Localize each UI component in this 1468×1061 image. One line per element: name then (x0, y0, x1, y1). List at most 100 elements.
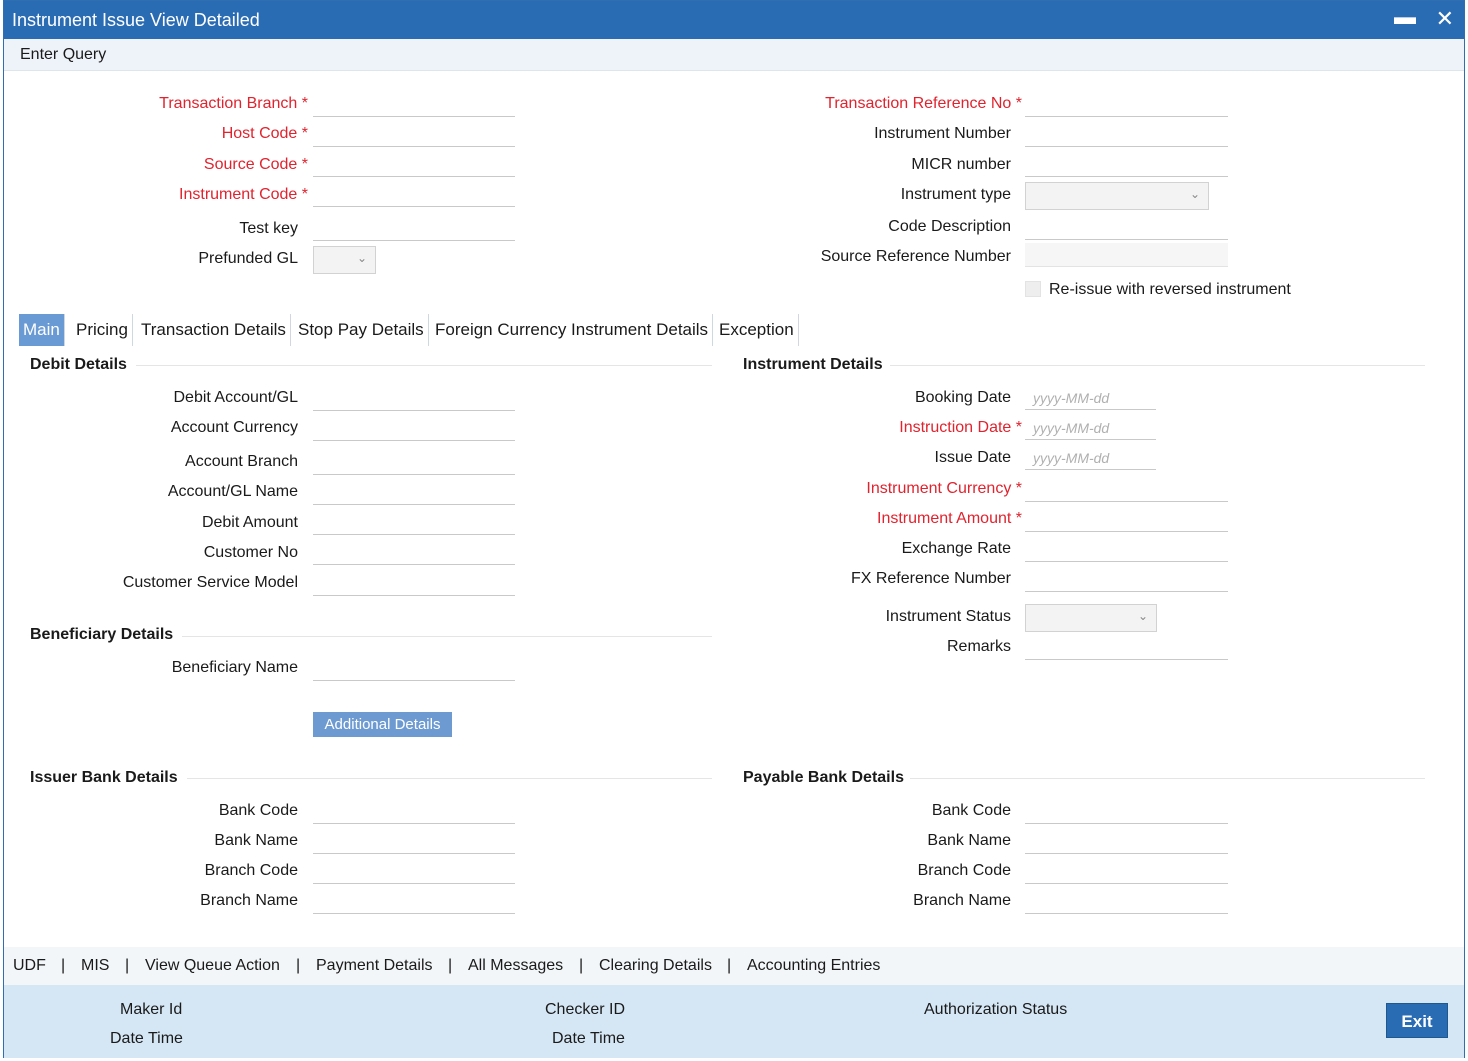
issuer-branch-code-input[interactable] (313, 860, 515, 884)
source-reference-number-input (1025, 243, 1228, 267)
instrument-status-label: Instrument Status (885, 608, 1011, 625)
mis-link[interactable]: MIS (81, 957, 109, 975)
beneficiary-name-input[interactable] (313, 657, 515, 681)
exchange-rate-input[interactable] (1025, 538, 1228, 562)
debit-amount-input[interactable] (313, 511, 515, 535)
issuer-bank-name-input[interactable] (313, 830, 515, 854)
instrument-code-input[interactable] (313, 183, 515, 207)
source-code-label: Source Code * (203, 156, 308, 173)
prefunded-gl-select[interactable]: ⌄ (313, 246, 376, 274)
instrument-code-label: Instrument Code * (179, 186, 308, 203)
tab-foreign-currency-instrument-details[interactable]: Foreign Currency Instrument Details (431, 314, 714, 346)
title-bar: Instrument Issue View Detailed ▬ ✕ (4, 1, 1464, 39)
issuer-branch-name-input[interactable] (313, 890, 515, 914)
maker-id-label: Maker Id (120, 1001, 183, 1018)
code-description-label: Code Description (888, 218, 1011, 235)
payable-branch-name-label: Branch Name (913, 892, 1011, 909)
chevron-down-icon: ⌄ (1189, 187, 1200, 201)
payable-branch-code-input[interactable] (1025, 860, 1228, 884)
payable-bank-code-input[interactable] (1025, 800, 1228, 824)
instrument-number-label: Instrument Number (874, 125, 1011, 142)
instrument-amount-label: Instrument Amount * (877, 510, 1022, 527)
debit-amount-label: Debit Amount (201, 514, 298, 531)
remarks-input[interactable] (1025, 636, 1228, 660)
beneficiary-details-divider (182, 636, 712, 637)
issuer-bank-code-input[interactable] (313, 800, 515, 824)
payable-bank-name-input[interactable] (1025, 830, 1228, 854)
instruction-date-input[interactable]: yyyy-MM-dd (1025, 416, 1156, 440)
issuer-bank-name-label: Bank Name (214, 832, 298, 849)
tab-transaction-details[interactable]: Transaction Details (137, 314, 291, 346)
micr-number-label: MICR number (911, 156, 1011, 173)
account-name-label: Account/GL Name (167, 483, 298, 500)
link-separator: | (448, 957, 453, 974)
debit-account-input[interactable] (313, 387, 515, 411)
test-key-input[interactable] (313, 217, 515, 241)
customer-service-model-label: Customer Service Model (122, 574, 298, 591)
account-name-input[interactable] (313, 481, 515, 505)
issuer-branch-name-label: Branch Name (200, 892, 298, 909)
fx-reference-number-input[interactable] (1025, 568, 1228, 592)
instrument-currency-input[interactable] (1025, 478, 1228, 502)
payable-branch-name-input[interactable] (1025, 890, 1228, 914)
transaction-reference-no-input[interactable] (1025, 93, 1228, 117)
payable-bank-code-label: Bank Code (931, 802, 1011, 819)
instrument-number-input[interactable] (1025, 123, 1228, 147)
code-description-input[interactable] (1025, 216, 1228, 240)
transaction-reference-no-label: Transaction Reference No * (825, 95, 1022, 112)
account-branch-label: Account Branch (185, 453, 298, 470)
chevron-down-icon: ⌄ (356, 251, 367, 265)
debit-account-label: Debit Account/GL (173, 389, 298, 406)
reissue-checkbox[interactable] (1025, 281, 1041, 297)
account-branch-input[interactable] (313, 451, 515, 475)
minimize-icon[interactable]: ▬ (1394, 5, 1416, 29)
instrument-currency-label: Instrument Currency * (866, 480, 1022, 497)
link-separator: | (296, 957, 301, 974)
additional-details-button[interactable]: Additional Details (313, 712, 452, 737)
bottom-link-bar: UDF | MIS | View Queue Action | Payment … (4, 947, 1464, 985)
maker-date-time-label: Date Time (110, 1030, 183, 1047)
source-code-input[interactable] (313, 153, 515, 177)
reissue-label: Re-issue with reversed instrument (1049, 281, 1291, 298)
payable-branch-code-label: Branch Code (917, 862, 1011, 879)
udf-link[interactable]: UDF (13, 957, 46, 975)
all-messages-link[interactable]: All Messages (468, 957, 563, 975)
issuer-bank-code-label: Bank Code (218, 802, 298, 819)
issuer-branch-code-label: Branch Code (204, 862, 298, 879)
instrument-type-select[interactable]: ⌄ (1025, 182, 1209, 210)
instrument-details-divider (890, 365, 1425, 366)
tab-main[interactable]: Main (19, 314, 65, 346)
host-code-input[interactable] (313, 123, 515, 147)
customer-service-model-input[interactable] (313, 572, 515, 596)
tab-stop-pay-details[interactable]: Stop Pay Details (294, 314, 429, 346)
customer-no-input[interactable] (313, 541, 515, 565)
account-currency-input[interactable] (313, 417, 515, 441)
link-separator: | (125, 957, 130, 974)
view-queue-action-link[interactable]: View Queue Action (145, 957, 280, 975)
transaction-branch-label: Transaction Branch * (159, 95, 308, 112)
accounting-entries-link[interactable]: Accounting Entries (747, 957, 880, 975)
transaction-branch-input[interactable] (313, 93, 515, 117)
issuer-bank-details-divider (187, 778, 712, 779)
exchange-rate-label: Exchange Rate (901, 540, 1011, 557)
booking-date-label: Booking Date (914, 389, 1011, 406)
payable-bank-name-label: Bank Name (927, 832, 1011, 849)
payable-bank-details-title: Payable Bank Details (743, 769, 904, 786)
clearing-details-link[interactable]: Clearing Details (599, 957, 712, 975)
audit-footer: Maker Id Date Time Checker ID Date Time … (4, 985, 1464, 1058)
payment-details-link[interactable]: Payment Details (316, 957, 433, 975)
instrument-amount-input[interactable] (1025, 508, 1228, 532)
micr-number-input[interactable] (1025, 153, 1228, 177)
instrument-details-title: Instrument Details (743, 356, 883, 373)
exit-button[interactable]: Exit (1386, 1003, 1448, 1038)
beneficiary-name-label: Beneficiary Name (171, 659, 298, 676)
enter-query-menu[interactable]: Enter Query (20, 46, 106, 64)
booking-date-input[interactable]: yyyy-MM-dd (1025, 386, 1156, 410)
issue-date-input[interactable]: yyyy-MM-dd (1025, 446, 1156, 470)
instrument-status-select[interactable]: ⌄ (1025, 604, 1157, 632)
tab-exception[interactable]: Exception (715, 314, 799, 346)
debit-details-divider (136, 365, 712, 366)
tab-pricing[interactable]: Pricing (72, 314, 133, 346)
close-icon[interactable]: ✕ (1436, 7, 1454, 31)
account-currency-label: Account Currency (170, 419, 298, 436)
